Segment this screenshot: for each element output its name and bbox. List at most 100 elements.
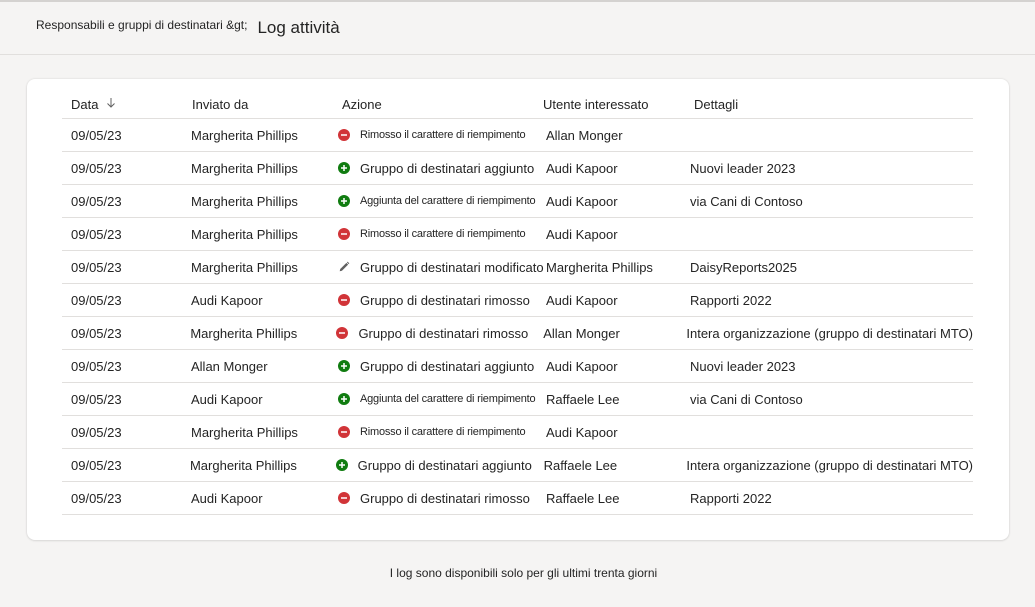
table-row[interactable]: 09/05/23 Audi Kapoor Aggiunta del caratter…: [62, 383, 973, 416]
table-row[interactable]: 09/05/23 Margherita Phillips Gruppo di des…: [62, 317, 973, 350]
cell-details: Nuovi leader 2023: [690, 160, 796, 176]
column-header-details[interactable]: Dettagli: [684, 97, 973, 112]
column-header-action[interactable]: Azione: [332, 97, 534, 112]
add-circle-icon: [338, 162, 350, 174]
table-row[interactable]: 09/05/23 Audi Kapoor Gruppo di destinatari…: [62, 284, 973, 317]
table-row[interactable]: 09/05/23 Margherita Phillips Gruppo di des…: [62, 251, 973, 284]
cell-user: Allan Monger: [543, 325, 620, 341]
cell-details: via Cani di Contoso: [690, 193, 803, 209]
cell-date: 09/05/23: [71, 193, 122, 209]
cell-action-label: Gruppo di destinatari aggiunto: [360, 358, 535, 374]
add-circle-icon: [338, 195, 350, 207]
column-header-date-label: Data: [71, 97, 99, 112]
cell-user: Audi Kapoor: [546, 424, 618, 440]
cell-date: 09/05/23: [71, 490, 122, 506]
cell-date: 09/05/23: [71, 457, 122, 473]
cell-date: 09/05/23: [71, 259, 122, 275]
cell-action: Rimosso il carattere di riempimento: [332, 426, 534, 438]
cell-sent-by: Margherita Phillips: [190, 325, 298, 341]
table-row[interactable]: 09/05/23 Margherita Phillips Gruppo di des…: [62, 152, 973, 185]
cell-date: 09/05/23: [71, 292, 122, 308]
cell-sent-by: Margherita Phillips: [191, 160, 298, 176]
table-row[interactable]: 09/05/23 Allan Monger Gruppo di destinatar…: [62, 350, 973, 383]
cell-action: Gruppo di destinatari rimosso: [332, 491, 534, 506]
cell-date: 09/05/23: [71, 160, 122, 176]
breadcrumb-parent-link[interactable]: Responsabili e gruppi di destinatari &gt…: [36, 18, 247, 32]
table-row[interactable]: 09/05/23 Margherita Phillips Gruppo di des…: [62, 449, 973, 482]
cell-user: Allan Monger: [546, 127, 623, 143]
cell-user: Audi Kapoor: [546, 160, 618, 176]
table-row[interactable]: 09/05/23 Margherita Phillips Aggiunta del …: [62, 185, 973, 218]
table-header: Data Inviato da Azione Utente interessat…: [62, 91, 973, 119]
cell-user: Raffaele Lee: [546, 490, 620, 506]
table-row[interactable]: 09/05/23 Margherita Phillips Rimosso il ca…: [62, 119, 973, 152]
cell-details: Rapporti 2022: [690, 490, 772, 506]
cell-sent-by: Margherita Phillips: [191, 226, 298, 242]
cell-date: 09/05/23: [71, 391, 122, 407]
cell-user: Audi Kapoor: [546, 226, 618, 242]
activity-log-card: Data Inviato da Azione Utente interessat…: [27, 79, 1009, 540]
cell-sent-by: Margherita Phillips: [191, 193, 298, 209]
page-header: Responsabili e gruppi di destinatari &gt…: [0, 2, 1035, 55]
cell-action-label: Aggiunta del carattere di riempimento: [360, 393, 536, 405]
column-header-user[interactable]: Utente interessato: [534, 97, 684, 112]
cell-user: Margherita Phillips: [546, 259, 653, 275]
cell-action: Aggiunta del carattere di riempimento: [332, 393, 536, 405]
cell-action: Gruppo di destinatari aggiunto: [332, 359, 534, 374]
page-title: Log attività: [257, 18, 340, 37]
cell-action-label: Rimosso il carattere di riempimento: [360, 129, 526, 141]
column-header-sent-by[interactable]: Inviato da: [182, 97, 332, 112]
cell-user: Audi Kapoor: [546, 193, 618, 209]
cell-user: Raffaele Lee: [543, 457, 618, 473]
cell-details: Rapporti 2022: [690, 292, 772, 308]
cell-date: 09/05/23: [71, 424, 122, 440]
cell-action: Rimosso il carattere di riempimento: [332, 228, 534, 240]
cell-action: Gruppo di destinatari modificato: [332, 260, 544, 275]
table-body: 09/05/23 Margherita Phillips Rimosso il ca…: [62, 119, 973, 515]
cell-action: Gruppo di destinatari rimosso: [330, 326, 531, 341]
cell-action: Gruppo di destinatari aggiunto: [330, 458, 532, 473]
edit-pencil-icon: [338, 261, 350, 273]
column-header-date[interactable]: Data: [62, 97, 182, 112]
cell-sent-by: Margherita Phillips: [191, 259, 298, 275]
add-circle-icon: [335, 459, 348, 471]
remove-circle-icon: [338, 129, 350, 141]
cell-user: Audi Kapoor: [546, 358, 618, 374]
cell-date: 09/05/23: [71, 358, 122, 374]
add-circle-icon: [338, 393, 350, 405]
table-row[interactable]: 09/05/23 Margherita Phillips Rimosso il ca…: [62, 416, 973, 449]
remove-circle-icon: [338, 294, 350, 306]
cell-action: Rimosso il carattere di riempimento: [332, 129, 534, 141]
cell-action-label: Gruppo di destinatari rimosso: [360, 490, 530, 506]
add-circle-icon: [338, 360, 350, 372]
cell-action: Gruppo di destinatari rimosso: [332, 293, 534, 308]
cell-sent-by: Margherita Phillips: [191, 127, 298, 143]
cell-action-label: Aggiunta del carattere di riempimento: [360, 195, 536, 207]
cell-details: Nuovi leader 2023: [690, 358, 796, 374]
cell-date: 09/05/23: [71, 127, 122, 143]
cell-details: via Cani di Contoso: [690, 391, 803, 407]
cell-user: Audi Kapoor: [546, 292, 618, 308]
retention-note: I log sono disponibili solo per gli ulti…: [389, 566, 658, 580]
cell-sent-by: Margherita Phillips: [189, 457, 297, 473]
remove-circle-icon: [336, 327, 349, 339]
cell-sent-by: Audi Kapoor: [191, 391, 263, 407]
remove-circle-icon: [338, 426, 350, 438]
cell-user: Raffaele Lee: [546, 391, 620, 407]
cell-action: Aggiunta del carattere di riempimento: [332, 195, 536, 207]
table-row[interactable]: 09/05/23 Margherita Phillips Rimosso il ca…: [62, 218, 973, 251]
activity-log-table: Data Inviato da Azione Utente interessat…: [62, 91, 973, 515]
cell-action-label: Gruppo di destinatari aggiunto: [360, 160, 535, 176]
cell-sent-by: Audi Kapoor: [191, 490, 263, 506]
cell-date: 09/05/23: [71, 325, 122, 341]
cell-action-label: Gruppo di destinatari aggiunto: [357, 457, 532, 473]
cell-action-label: Gruppo di destinatari rimosso: [360, 292, 530, 308]
cell-action-label: Rimosso il carattere di riempimento: [360, 228, 526, 240]
table-row[interactable]: 09/05/23 Audi Kapoor Gruppo di destinatari…: [62, 482, 973, 515]
cell-details: Intera organizzazione (gruppo di destina…: [686, 457, 974, 473]
cell-action-label: Rimosso il carattere di riempimento: [360, 426, 526, 438]
cell-details: DaisyReports2025: [690, 259, 797, 275]
cell-action: Gruppo di destinatari aggiunto: [332, 161, 534, 176]
cell-sent-by: Margherita Phillips: [191, 424, 298, 440]
remove-circle-icon: [338, 492, 350, 504]
